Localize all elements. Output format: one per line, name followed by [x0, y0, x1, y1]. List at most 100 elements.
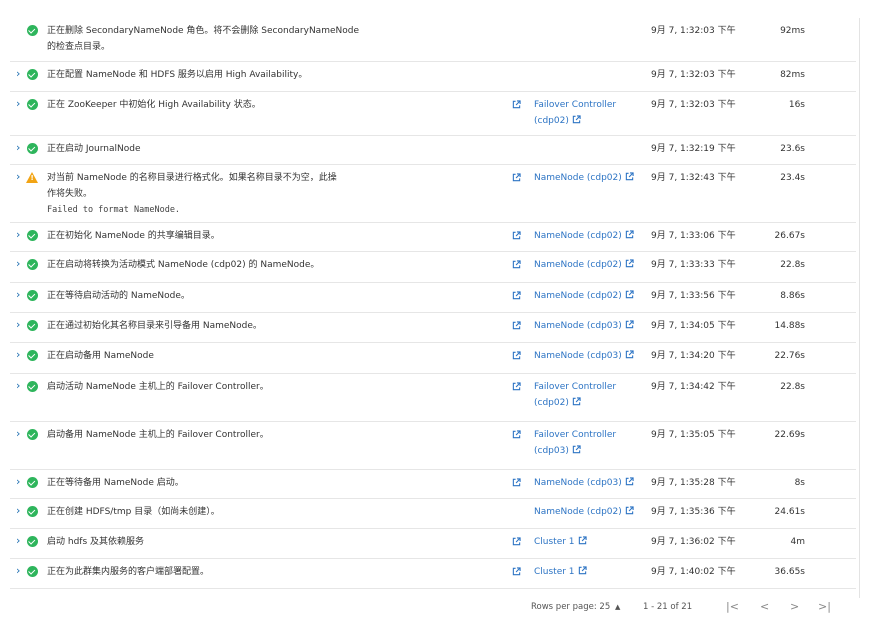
host-link[interactable]: NameNode (cdp02): [534, 228, 634, 244]
external-link-icon[interactable]: [625, 229, 634, 239]
host-link[interactable]: NameNode (cdp03): [534, 475, 634, 491]
external-link-icon[interactable]: [572, 396, 581, 406]
host-link-text[interactable]: NameNode (cdp03): [534, 478, 622, 488]
external-link-icon[interactable]: [625, 289, 634, 299]
host-link[interactable]: NameNode (cdp02): [534, 257, 634, 273]
table-row[interactable]: 正在创建 HDFS/tmp 目录（如尚未创建）。 NameNode (cdp02)…: [10, 499, 856, 529]
table-row[interactable]: 正在初始化 NameNode 的共享编辑目录。 NameNode (cdp02) 9…: [10, 223, 856, 252]
host-link-text[interactable]: (cdp03): [534, 446, 569, 456]
external-link-icon[interactable]: [512, 260, 521, 269]
host-link-text[interactable]: NameNode (cdp03): [534, 351, 622, 361]
external-link-icon[interactable]: [512, 567, 521, 576]
success-check-icon: [27, 99, 38, 110]
rows-per-page-select[interactable]: Rows per page: 25 ▲: [531, 602, 620, 612]
external-link-icon[interactable]: [625, 258, 634, 268]
external-link-icon[interactable]: [625, 476, 634, 486]
table-row[interactable]: 正在等待备用 NameNode 启动。 NameNode (cdp03) 9月 7,…: [10, 470, 856, 499]
success-check-icon: [27, 230, 38, 241]
chevron-right-icon[interactable]: [16, 319, 24, 331]
external-link-icon[interactable]: [512, 382, 521, 391]
host-link-text[interactable]: (cdp02): [534, 116, 569, 126]
host-link[interactable]: Failover Controller (cdp03): [534, 427, 634, 459]
host-link[interactable]: NameNode (cdp03): [534, 318, 634, 334]
step-start-time: 9月 7, 1:34:42 下午: [651, 382, 736, 392]
external-link-icon[interactable]: [512, 478, 521, 487]
external-link-icon[interactable]: [512, 351, 521, 360]
host-link-text[interactable]: Failover Controller: [534, 100, 616, 110]
chevron-right-icon[interactable]: [16, 476, 24, 488]
table-row[interactable]: 启动 hdfs 及其依赖服务 Cluster 1 9月 7, 1:36:02 下午 4…: [10, 529, 856, 559]
table-row[interactable]: 正在为此群集内服务的客户端部署配置。 Cluster 1 9月 7, 1:40:02…: [10, 559, 856, 589]
table-row[interactable]: 正在等待启动活动的 NameNode。 NameNode (cdp02) 9月 7,…: [10, 283, 856, 313]
chevron-right-icon[interactable]: [16, 98, 24, 110]
external-link-icon[interactable]: [512, 173, 521, 182]
chevron-right-icon[interactable]: [16, 565, 24, 577]
step-duration: 16s: [788, 100, 805, 110]
table-row[interactable]: 正在删除 SecondaryNameNode 角色。将不会删除 Secondar…: [10, 18, 856, 62]
table-row[interactable]: 启动备用 NameNode 主机上的 Failover Controller。 F…: [10, 422, 856, 470]
chevron-right-icon[interactable]: [16, 258, 24, 270]
external-link-icon[interactable]: [625, 505, 634, 515]
host-link-text[interactable]: NameNode (cdp02): [534, 231, 622, 241]
chevron-right-icon[interactable]: [16, 380, 24, 392]
host-link-text[interactable]: Failover Controller: [534, 430, 616, 440]
external-link-icon[interactable]: [512, 430, 521, 439]
host-link-text[interactable]: NameNode (cdp02): [534, 291, 622, 301]
host-link-text[interactable]: Failover Controller: [534, 382, 616, 392]
host-link-text[interactable]: (cdp02): [534, 398, 569, 408]
prev-page-button[interactable]: <: [760, 600, 769, 613]
step-description-line: 启动备用 NameNode 主机上的 Failover Controller。: [47, 430, 269, 440]
external-link-icon[interactable]: [578, 565, 587, 575]
external-link-icon[interactable]: [512, 537, 521, 546]
external-link-icon[interactable]: [512, 291, 521, 300]
host-link-text[interactable]: NameNode (cdp03): [534, 321, 622, 331]
external-link-icon[interactable]: [625, 349, 634, 359]
host-link[interactable]: Failover Controller (cdp02): [534, 97, 634, 129]
last-page-button[interactable]: >|: [818, 600, 831, 613]
chevron-right-icon[interactable]: [16, 349, 24, 361]
host-link[interactable]: Failover Controller (cdp02): [534, 379, 634, 411]
chevron-right-icon[interactable]: [16, 505, 24, 517]
table-row[interactable]: 正在通过初始化其名称目录来引导备用 NameNode。 NameNode (cdp…: [10, 313, 856, 343]
host-link[interactable]: Cluster 1: [534, 564, 634, 580]
chevron-up-icon: ▲: [614, 603, 621, 611]
host-link-text[interactable]: Cluster 1: [534, 537, 575, 547]
host-link[interactable]: NameNode (cdp02): [534, 288, 634, 304]
host-link-text[interactable]: Cluster 1: [534, 567, 575, 577]
host-link[interactable]: NameNode (cdp02): [534, 170, 634, 186]
table-row[interactable]: 正在 ZooKeeper 中初始化 High Availability 状态。 F…: [10, 92, 856, 136]
table-row[interactable]: 对当前 NameNode 的名称目录进行格式化。如果名称目录不为空，此操作将失败…: [10, 165, 856, 223]
chevron-right-icon[interactable]: [16, 171, 24, 183]
external-link-icon[interactable]: [572, 444, 581, 454]
table-row[interactable]: 正在启动 JournalNode 9月 7, 1:32:19 下午 23.6s: [10, 136, 856, 165]
step-description-line: 正在等待备用 NameNode 启动。: [47, 478, 184, 488]
external-link-icon[interactable]: [578, 535, 587, 545]
chevron-right-icon[interactable]: [16, 428, 24, 440]
external-link-icon[interactable]: [512, 321, 521, 330]
chevron-right-icon[interactable]: [16, 535, 24, 547]
table-row[interactable]: 启动活动 NameNode 主机上的 Failover Controller。 F…: [10, 374, 856, 422]
external-link-icon[interactable]: [512, 231, 521, 240]
external-link-icon[interactable]: [625, 171, 634, 181]
table-row[interactable]: 正在启动将转换为活动模式 NameNode (cdp02) 的 NameNode…: [10, 252, 856, 283]
host-link-text[interactable]: NameNode (cdp02): [534, 507, 622, 517]
table-row[interactable]: 正在配置 NameNode 和 HDFS 服务以启用 High Availabi…: [10, 62, 856, 92]
chevron-right-icon[interactable]: [16, 68, 24, 80]
host-link-text[interactable]: NameNode (cdp02): [534, 173, 622, 183]
chevron-right-icon[interactable]: [16, 289, 24, 301]
step-description: 正在初始化 NameNode 的共享编辑目录。: [47, 228, 367, 244]
first-page-button[interactable]: |<: [726, 600, 739, 613]
external-link-icon[interactable]: [625, 319, 634, 329]
chevron-right-icon[interactable]: [16, 142, 24, 154]
next-page-button[interactable]: >: [790, 600, 799, 613]
step-start-time: 9月 7, 1:32:19 下午: [651, 144, 736, 154]
host-link[interactable]: NameNode (cdp03): [534, 348, 634, 364]
host-link[interactable]: Cluster 1: [534, 534, 634, 550]
external-link-icon[interactable]: [512, 100, 521, 109]
host-link[interactable]: NameNode (cdp02): [534, 504, 634, 520]
table-row[interactable]: 正在启动备用 NameNode NameNode (cdp03) 9月 7, 1:3…: [10, 343, 856, 374]
chevron-right-icon[interactable]: [16, 229, 24, 241]
step-description: 正在启动 JournalNode: [47, 141, 367, 157]
host-link-text[interactable]: NameNode (cdp02): [534, 260, 622, 270]
external-link-icon[interactable]: [572, 114, 581, 124]
